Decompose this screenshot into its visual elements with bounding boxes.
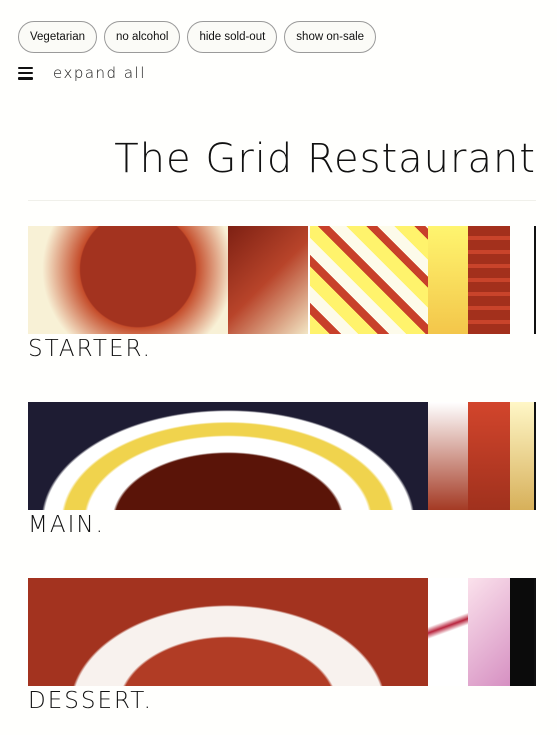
filter-vegetarian[interactable]: Vegetarian <box>18 21 97 53</box>
section-label-main[interactable]: MAIN. <box>28 512 536 538</box>
divider <box>28 200 536 201</box>
starter-image-strip[interactable] <box>28 226 536 334</box>
toolbar: expand all <box>18 64 146 82</box>
hamburger-icon[interactable] <box>18 66 33 80</box>
section-starter: STARTER. <box>28 226 536 362</box>
filter-no-alcohol[interactable]: no alcohol <box>104 21 181 53</box>
section-main: MAIN. <box>28 402 536 538</box>
filter-hide-sold-out[interactable]: hide sold-out <box>187 21 278 53</box>
dessert-image-strip[interactable] <box>28 578 536 686</box>
section-label-dessert[interactable]: DESSERT. <box>28 688 536 714</box>
section-dessert: DESSERT. <box>28 578 536 714</box>
filter-show-on-sale[interactable]: show on-sale <box>284 21 377 53</box>
section-label-starter[interactable]: STARTER. <box>28 336 536 362</box>
expand-all-button[interactable]: expand all <box>53 64 146 82</box>
main-image-strip[interactable] <box>28 402 536 510</box>
filter-bar: Vegetarian no alcohol hide sold-out show… <box>18 21 377 53</box>
page-title: The Grid Restaurant <box>114 136 536 182</box>
